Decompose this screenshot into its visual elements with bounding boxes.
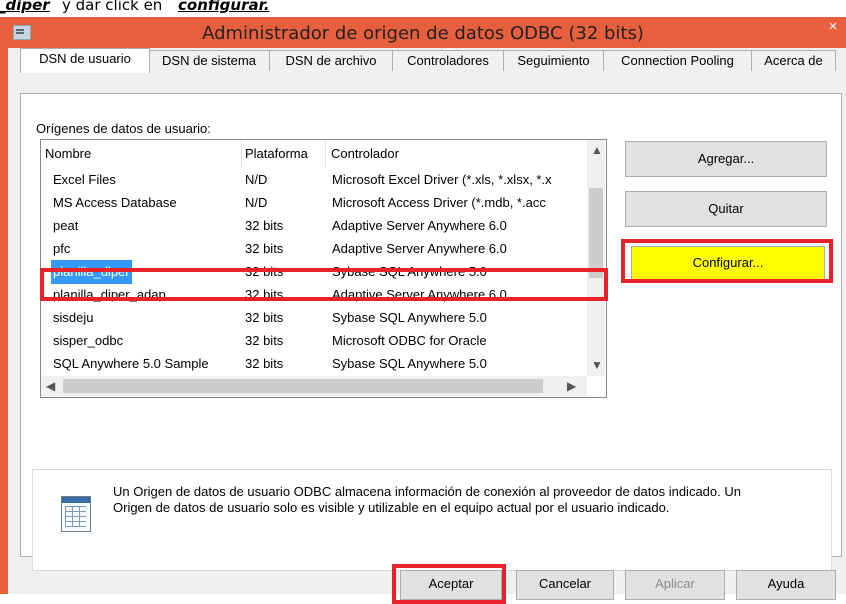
row-platform: 32 bits xyxy=(245,241,284,256)
list-row[interactable]: sisdeju 32 bits Sybase SQL Anywhere 5.0 xyxy=(41,306,586,330)
dialog-body: DSN de usuario DSN de sistema DSN de arc… xyxy=(8,48,846,604)
row-driver: Microsoft Access Driver (*.mdb, *.acc xyxy=(332,195,546,210)
row-platform: 32 bits xyxy=(245,333,284,348)
ok-button-highlight xyxy=(392,564,506,604)
list-row[interactable]: peat 32 bits Adaptive Server Anywhere 6.… xyxy=(41,214,586,238)
close-icon[interactable]: × xyxy=(820,17,846,39)
vertical-scroll-thumb[interactable] xyxy=(589,188,603,278)
list-row[interactable]: MS Access Database N/D Microsoft Access … xyxy=(41,191,586,215)
scroll-left-icon[interactable]: ◀ xyxy=(46,379,55,393)
tab-dsn-usuario[interactable]: DSN de usuario xyxy=(20,48,150,73)
list-row[interactable]: SQL Anywhere 5.0 Sample 32 bits Sybase S… xyxy=(41,352,586,376)
column-header-driver[interactable]: Controlador xyxy=(327,140,581,168)
info-box: Un Origen de datos de usuario ODBC almac… xyxy=(32,469,832,571)
scroll-right-icon[interactable]: ▶ xyxy=(567,379,576,393)
list-row[interactable]: pfc 32 bits Adaptive Server Anywhere 6.0 xyxy=(41,237,586,261)
tab-acerca-de[interactable]: Acerca de xyxy=(751,50,836,71)
caption-middle: y dar click en xyxy=(62,0,163,14)
remove-button[interactable]: Quitar xyxy=(625,191,827,227)
selected-row-highlight xyxy=(40,268,608,301)
vertical-scrollbar[interactable]: ▲ ▼ xyxy=(587,140,605,376)
tab-seguimiento[interactable]: Seguimiento xyxy=(503,50,604,71)
row-driver: Sybase SQL Anywhere 5.0 xyxy=(332,310,487,325)
scroll-down-icon[interactable]: ▼ xyxy=(591,358,603,372)
row-driver: Sybase SQL Anywhere 5.0 xyxy=(332,356,487,371)
info-text: Un Origen de datos de usuario ODBC almac… xyxy=(113,484,741,515)
tab-dsn-sistema[interactable]: DSN de sistema xyxy=(148,50,270,71)
row-driver: Microsoft Excel Driver (*.xls, *.xlsx, *… xyxy=(332,172,552,187)
tab-controladores[interactable]: Controladores xyxy=(392,50,504,71)
row-driver: Microsoft ODBC for Oracle xyxy=(332,333,487,348)
row-driver: Adaptive Server Anywhere 6.0 xyxy=(332,218,507,233)
add-button[interactable]: Agregar... xyxy=(625,141,827,177)
row-platform: N/D xyxy=(245,195,268,210)
row-name: pfc xyxy=(53,241,71,256)
data-source-info-icon xyxy=(61,496,91,532)
list-row[interactable]: Excel Files N/D Microsoft Excel Driver (… xyxy=(41,168,586,192)
list-label: Orígenes de datos de usuario: xyxy=(36,121,211,136)
window-title: Administrador de origen de datos ODBC (3… xyxy=(202,23,644,44)
row-platform: 32 bits xyxy=(245,310,284,325)
horizontal-scroll-thumb[interactable] xyxy=(63,379,543,393)
row-name: peat xyxy=(53,218,79,233)
row-name: sisper_odbc xyxy=(53,333,124,348)
caption-right: configurar. xyxy=(178,0,270,14)
title-bar[interactable]: Administrador de origen de datos ODBC (3… xyxy=(0,17,846,48)
row-platform: N/D xyxy=(245,172,268,187)
tab-dsn-archivo[interactable]: DSN de archivo xyxy=(269,50,393,71)
row-name: SQL Anywhere 5.0 Sample xyxy=(53,356,209,371)
document-caption: _diper y dar click en configurar. xyxy=(0,0,846,17)
help-button[interactable]: Ayuda xyxy=(736,570,836,600)
row-name: MS Access Database xyxy=(53,195,177,210)
window-frame: Administrador de origen de datos ODBC (3… xyxy=(0,17,846,604)
configure-button-highlight xyxy=(621,239,833,283)
scroll-up-icon[interactable]: ▲ xyxy=(591,143,603,157)
row-platform: 32 bits xyxy=(245,356,284,371)
row-platform: 32 bits xyxy=(245,218,284,233)
row-name: sisdeju xyxy=(53,310,94,325)
cancel-button[interactable]: Cancelar xyxy=(516,570,614,600)
apply-button: Aplicar xyxy=(625,570,725,600)
tab-connection-pooling[interactable]: Connection Pooling xyxy=(603,50,752,71)
column-header-platform[interactable]: Plataforma xyxy=(241,140,326,168)
list-row[interactable]: sisper_odbc 32 bits Microsoft ODBC for O… xyxy=(41,329,586,353)
horizontal-scrollbar[interactable]: ◀ ▶ xyxy=(41,376,587,396)
row-driver: Adaptive Server Anywhere 6.0 xyxy=(332,241,507,256)
caption-left: _diper xyxy=(0,0,50,14)
row-name: Excel Files xyxy=(53,172,116,187)
column-header-name[interactable]: Nombre xyxy=(41,140,242,168)
